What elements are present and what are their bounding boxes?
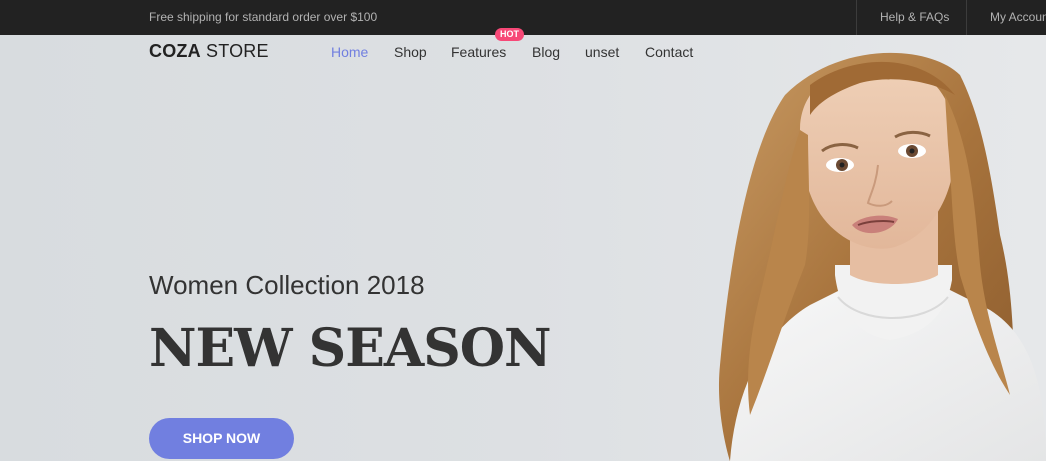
hero-subtitle: Women Collection 2018 (149, 270, 425, 300)
nav-shop[interactable]: Shop (394, 44, 427, 60)
nav-features[interactable]: Features (451, 44, 506, 60)
hot-badge: HOT (495, 28, 524, 41)
model-illustration (718, 52, 1046, 461)
hero-banner (0, 35, 1046, 461)
nav-unset[interactable]: unset (585, 44, 619, 60)
logo-bold-text: COZA (149, 41, 201, 61)
nav-blog[interactable]: Blog (532, 44, 560, 60)
hero-model-image (690, 35, 1046, 461)
hero-title: NEW SEASON (149, 318, 552, 379)
nav-contact[interactable]: Contact (645, 44, 693, 60)
help-faqs-link[interactable]: Help & FAQs (856, 0, 971, 35)
logo-light-text: STORE (206, 41, 269, 61)
shop-now-button[interactable]: SHOP NOW (149, 418, 294, 459)
shipping-promo-text: Free shipping for standard order over $1… (149, 10, 378, 24)
my-account-link[interactable]: My Account (966, 0, 1046, 35)
nav-home[interactable]: Home (331, 44, 368, 60)
topbar: Free shipping for standard order over $1… (0, 0, 1046, 35)
brand-logo[interactable]: COZA STORE (149, 41, 269, 62)
